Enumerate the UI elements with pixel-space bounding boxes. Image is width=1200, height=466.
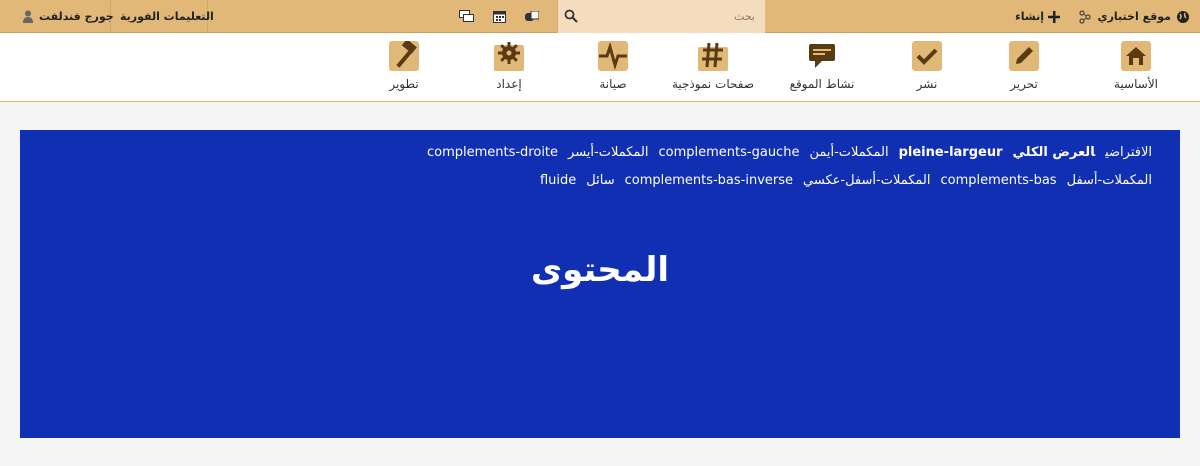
class-complements-bas: complements-bas: [940, 173, 1057, 188]
messages-button[interactable]: [459, 0, 474, 33]
gear-icon: [494, 42, 524, 71]
pencil-icon: [1009, 41, 1039, 71]
nav-item-development[interactable]: تطوير: [354, 41, 454, 99]
class-fluide: fluide: [539, 173, 577, 188]
quick-help-link[interactable]: التعليمات الفورية: [120, 0, 214, 33]
layout-classes-line-2: المكملات-أسفل complements-bas المكملات-أسف…: [530, 173, 1152, 188]
nav-item-template-pages[interactable]: صفحات نموذجية: [663, 41, 763, 99]
nav-label-template-pages: صفحات نموذجية: [671, 77, 755, 91]
calendar-button[interactable]: [493, 0, 506, 33]
nav-label-development: تطوير: [389, 77, 419, 91]
hash-icon: [698, 42, 728, 71]
quick-help-label: التعليمات الفورية: [120, 10, 214, 23]
speech-bubble-icon: [809, 44, 835, 68]
nav-label-edit: تحرير: [1010, 77, 1038, 91]
shortcuts-button[interactable]: [1078, 0, 1092, 33]
user-name-label: جورج فندلفت: [39, 10, 114, 23]
main-navigation: الأساسية تحرير نشر نشاط الموقع صفحات نمو…: [0, 33, 1200, 102]
search-box: [557, 0, 765, 33]
user-icon: [23, 10, 33, 23]
class-default: الافتراضي: [1105, 145, 1152, 160]
shortcut-nodes-icon: [1079, 9, 1091, 24]
messages-icon: [459, 10, 474, 22]
calendar-icon: [493, 11, 506, 23]
hammer-icon: [389, 41, 419, 71]
nav-label-home: الأساسية: [1114, 77, 1158, 91]
create-button[interactable]: إنشاء: [1015, 0, 1060, 33]
nav-label-settings: إعداد: [496, 77, 522, 91]
nav-item-site-activity[interactable]: نشاط الموقع: [772, 41, 872, 99]
class-bottom-reverse: المكملات-أسفل-عكسي: [803, 173, 931, 188]
class-left-complements: المكملات-أيسر: [568, 145, 649, 160]
nav-item-home[interactable]: الأساسية: [1086, 41, 1186, 99]
class-bottom-complements: المكملات-أسفل: [1066, 173, 1152, 188]
speech-toggle-icon: [525, 10, 539, 21]
class-complements-droite: complements-droite: [426, 145, 559, 160]
class-fluid: سائل: [586, 173, 615, 188]
create-label: إنشاء: [1015, 10, 1044, 23]
class-full-width: العرض الكلي: [1012, 145, 1096, 160]
preview-toggle-button[interactable]: [525, 0, 539, 33]
class-complements-gauche: complements-gauche: [658, 145, 800, 160]
site-name-label: موقع اختباري: [1097, 10, 1171, 23]
checkmark-icon: [912, 41, 942, 71]
class-pleine-largeur: pleine-largeur: [898, 145, 1003, 160]
search-icon[interactable]: [564, 9, 578, 23]
layout-classes-line-1: الافتراضي العرض الكلي pleine-largeur المكمل…: [417, 145, 1152, 160]
nav-label-maintenance: صيانة: [599, 77, 627, 91]
site-name-link[interactable]: موقع اختباري: [1098, 0, 1190, 33]
nav-item-maintenance[interactable]: صيانة: [563, 41, 663, 99]
home-icon: [1121, 41, 1151, 71]
content-title: المحتوى: [530, 250, 670, 290]
globe-icon: [1177, 10, 1189, 23]
user-menu[interactable]: جورج فندلفت: [22, 0, 114, 33]
class-complements-bas-inverse: complements-bas-inverse: [624, 173, 794, 188]
class-right-complements: المكملات-أيمن: [809, 145, 889, 160]
nav-item-edit[interactable]: تحرير: [974, 41, 1074, 99]
nav-label-publish: نشر: [916, 77, 938, 91]
nav-item-settings[interactable]: إعداد: [459, 41, 559, 99]
search-input[interactable]: [585, 8, 755, 25]
nav-label-site-activity: نشاط الموقع: [789, 77, 855, 91]
pulse-icon: [598, 41, 628, 71]
plus-icon: [1048, 10, 1060, 23]
content-panel: الافتراضي العرض الكلي pleine-largeur المكمل…: [20, 130, 1180, 438]
top-toolbar: موقع اختباري إنشاء بحث التعليمات الفورية…: [0, 0, 1200, 33]
nav-item-publish[interactable]: نشر: [877, 41, 977, 99]
